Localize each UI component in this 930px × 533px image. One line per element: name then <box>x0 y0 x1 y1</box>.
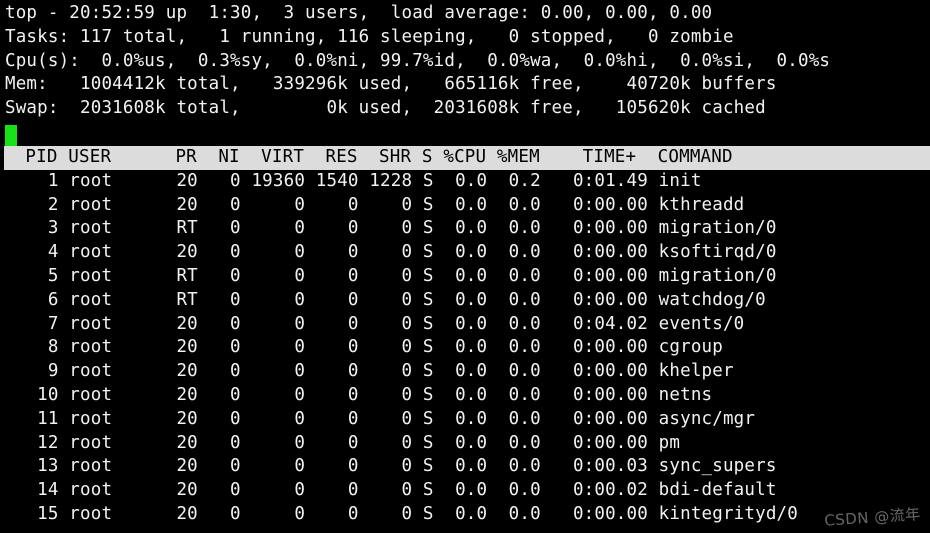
summary-cpu-line: Cpu(s): 0.0%us, 0.3%sy, 0.0%ni, 99.7%id,… <box>5 50 831 71</box>
process-row[interactable]: 3 root RT 0 0 0 0 S 0.0 0.0 0:00.00 migr… <box>5 217 930 241</box>
summary-mem-line: Mem: 1004412k total, 339296k used, 66511… <box>5 74 777 95</box>
process-row[interactable]: 13 root 20 0 0 0 0 S 0.0 0.0 0:00.03 syn… <box>5 455 930 479</box>
process-row[interactable]: 11 root 20 0 0 0 0 S 0.0 0.0 0:00.00 asy… <box>5 408 930 432</box>
process-row[interactable]: 4 root 20 0 0 0 0 S 0.0 0.0 0:00.00 ksof… <box>5 241 930 265</box>
summary-uptime-line: top - 20:52:59 up 1:30, 3 users, load av… <box>5 3 713 23</box>
terminal-window[interactable]: top - 20:52:59 up 1:30, 3 users, load av… <box>0 0 930 533</box>
process-row[interactable]: 1 root 20 0 19360 1540 1228 S 0.0 0.2 0:… <box>5 170 930 194</box>
summary-swap-line: Swap: 2031608k total, 0k used, 2031608k … <box>5 98 766 119</box>
process-row[interactable]: 10 root 20 0 0 0 0 S 0.0 0.0 0:00.00 net… <box>5 384 930 408</box>
process-row[interactable]: 12 root 20 0 0 0 0 S 0.0 0.0 0:00.00 pm <box>5 432 930 456</box>
cursor-block-icon <box>5 124 17 146</box>
process-row[interactable]: 7 root 20 0 0 0 0 S 0.0 0.0 0:04.02 even… <box>5 313 930 337</box>
top-summary-area: top - 20:52:59 up 1:30, 3 users, load av… <box>5 2 930 121</box>
cursor-line <box>5 122 930 146</box>
process-row[interactable]: 14 root 20 0 0 0 0 S 0.0 0.0 0:00.02 bdi… <box>5 479 930 503</box>
process-row[interactable]: 2 root 20 0 0 0 0 S 0.0 0.0 0:00.00 kthr… <box>5 194 930 218</box>
process-table-header: PID USER PR NI VIRT RES SHR S %CPU %MEM … <box>4 146 930 170</box>
process-row[interactable]: 9 root 20 0 0 0 0 S 0.0 0.0 0:00.00 khel… <box>5 360 930 384</box>
process-row[interactable]: 8 root 20 0 0 0 0 S 0.0 0.0 0:00.00 cgro… <box>5 336 930 360</box>
summary-tasks-line: Tasks: 117 total, 1 running, 116 sleepin… <box>5 26 734 47</box>
process-row[interactable]: 5 root RT 0 0 0 0 S 0.0 0.0 0:00.00 migr… <box>5 265 930 289</box>
process-table-body[interactable]: 1 root 20 0 19360 1540 1228 S 0.0 0.2 0:… <box>5 170 930 527</box>
process-row[interactable]: 6 root RT 0 0 0 0 S 0.0 0.0 0:00.00 watc… <box>5 289 930 313</box>
process-row[interactable]: 15 root 20 0 0 0 0 S 0.0 0.0 0:00.00 kin… <box>5 503 930 527</box>
